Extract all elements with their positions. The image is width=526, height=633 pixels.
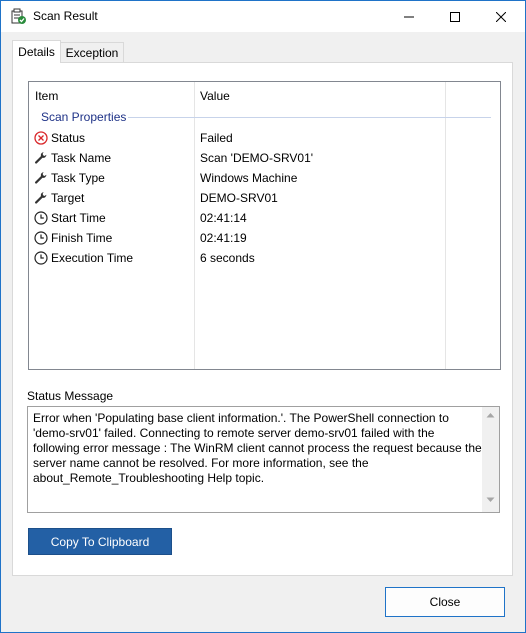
status-message-label: Status Message <box>27 389 114 403</box>
close-window-button[interactable] <box>478 1 524 32</box>
status-message-textbox[interactable]: Error when 'Populating base client infor… <box>27 406 500 513</box>
row-value: 02:41:19 <box>200 231 247 245</box>
status-message-scrollbar[interactable] <box>482 407 499 512</box>
list-row-task-type[interactable]: Task Type Windows Machine <box>29 168 500 188</box>
list-row-task-name[interactable]: Task Name Scan 'DEMO-SRV01' <box>29 148 500 168</box>
wrench-icon <box>34 192 47 204</box>
error-icon <box>34 131 48 145</box>
row-value: Failed <box>200 131 233 145</box>
wrench-icon <box>34 152 47 164</box>
maximize-icon <box>450 11 460 22</box>
row-label: Finish Time <box>51 231 113 245</box>
row-label: Status <box>51 131 86 145</box>
scroll-up-arrow-icon[interactable] <box>486 412 495 418</box>
list-row-execution-time[interactable]: Execution Time 6 seconds <box>29 248 500 268</box>
row-label: Task Type <box>51 171 105 185</box>
copy-to-clipboard-button[interactable]: Copy To Clipboard <box>28 528 172 555</box>
list-row-status[interactable]: Status Failed <box>29 128 500 148</box>
close-icon <box>496 11 506 22</box>
row-value: Windows Machine <box>200 171 298 185</box>
row-value: DEMO-SRV01 <box>200 191 278 205</box>
minimize-button[interactable] <box>386 1 432 32</box>
tab-exception[interactable]: Exception <box>61 42 124 62</box>
row-label: Target <box>51 191 85 205</box>
wrench-icon <box>34 172 47 184</box>
row-value: 6 seconds <box>200 251 255 265</box>
clock-icon <box>34 211 48 225</box>
row-label: Task Name <box>51 151 112 165</box>
row-label: Execution Time <box>51 251 134 265</box>
column-header-item[interactable]: Item <box>35 89 58 103</box>
status-message-text[interactable]: Error when 'Populating base client infor… <box>33 411 483 486</box>
list-row-start-time[interactable]: Start Time 02:41:14 <box>29 208 500 228</box>
close-button[interactable]: Close <box>385 587 505 617</box>
group-divider <box>128 117 491 118</box>
row-value: Scan 'DEMO-SRV01' <box>200 151 314 165</box>
title-bar[interactable]: Scan Result <box>1 1 525 32</box>
row-value: 02:41:14 <box>200 211 247 225</box>
maximize-button[interactable] <box>432 1 478 32</box>
column-header-value[interactable]: Value <box>200 89 230 103</box>
scroll-down-arrow-icon[interactable] <box>486 497 495 503</box>
window-title: Scan Result <box>33 9 98 23</box>
scan-result-window: Scan Result Details Exception Item Value <box>0 0 526 633</box>
group-header-scan-properties: Scan Properties <box>41 110 127 124</box>
row-label: Start Time <box>51 211 106 225</box>
minimize-icon <box>404 16 414 17</box>
list-row-finish-time[interactable]: Finish Time 02:41:19 <box>29 228 500 248</box>
scan-result-app-icon <box>11 8 26 24</box>
list-row-target[interactable]: Target DEMO-SRV01 <box>29 188 500 208</box>
clock-icon <box>34 231 48 245</box>
tab-details[interactable]: Details <box>12 40 61 63</box>
list-header: Item Value <box>29 82 500 109</box>
scan-properties-list[interactable]: Item Value Scan Properties Status Failed… <box>28 81 501 370</box>
clock-icon <box>34 251 48 265</box>
